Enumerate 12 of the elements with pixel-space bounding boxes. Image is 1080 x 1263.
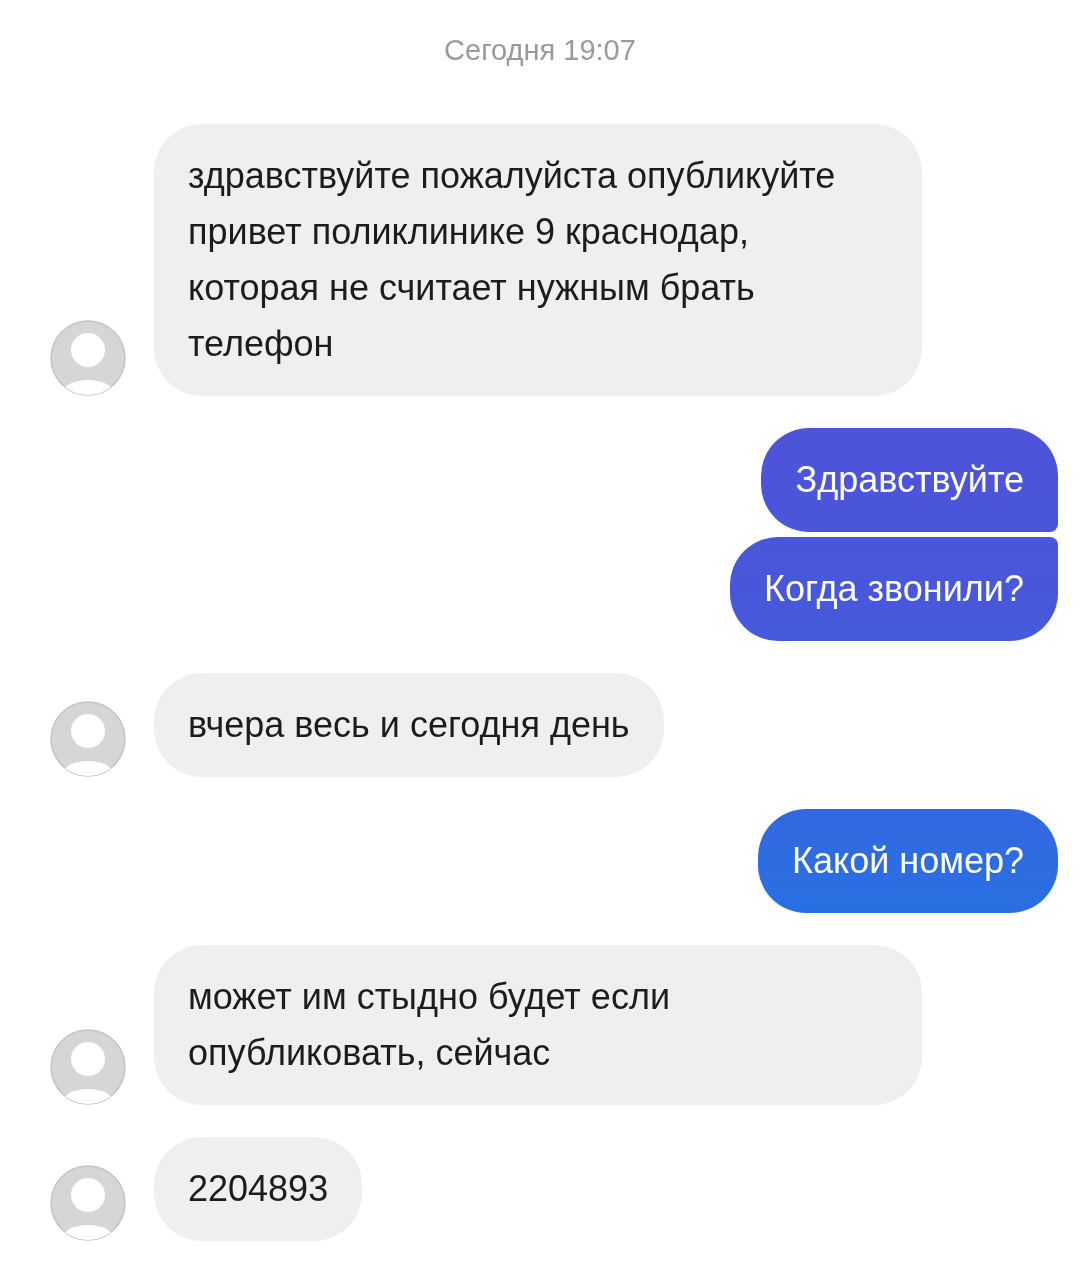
message-bubble: Какой номер? [758, 809, 1058, 913]
message-bubble: Когда звонили? [730, 537, 1058, 641]
avatar-icon [50, 320, 126, 396]
avatar-icon [50, 1165, 126, 1241]
timestamp: Сегодня 19:07 [443, 33, 637, 68]
avatar-icon [50, 1029, 126, 1105]
message-bubble: 2204893 [154, 1137, 363, 1241]
message-bubble: здравствуйте пожалуйста опубликуйте привет поликлинике 9 краснодар, которая не считает нужным брать телефон [154, 124, 922, 396]
message-bubble: Здравствуйте [761, 428, 1058, 532]
message-bubble: вчера весь и сегодня день [154, 673, 664, 777]
avatar-icon [50, 701, 126, 777]
message-bubble: может им стыдно будет если опубликовать, сейчас [154, 945, 922, 1105]
